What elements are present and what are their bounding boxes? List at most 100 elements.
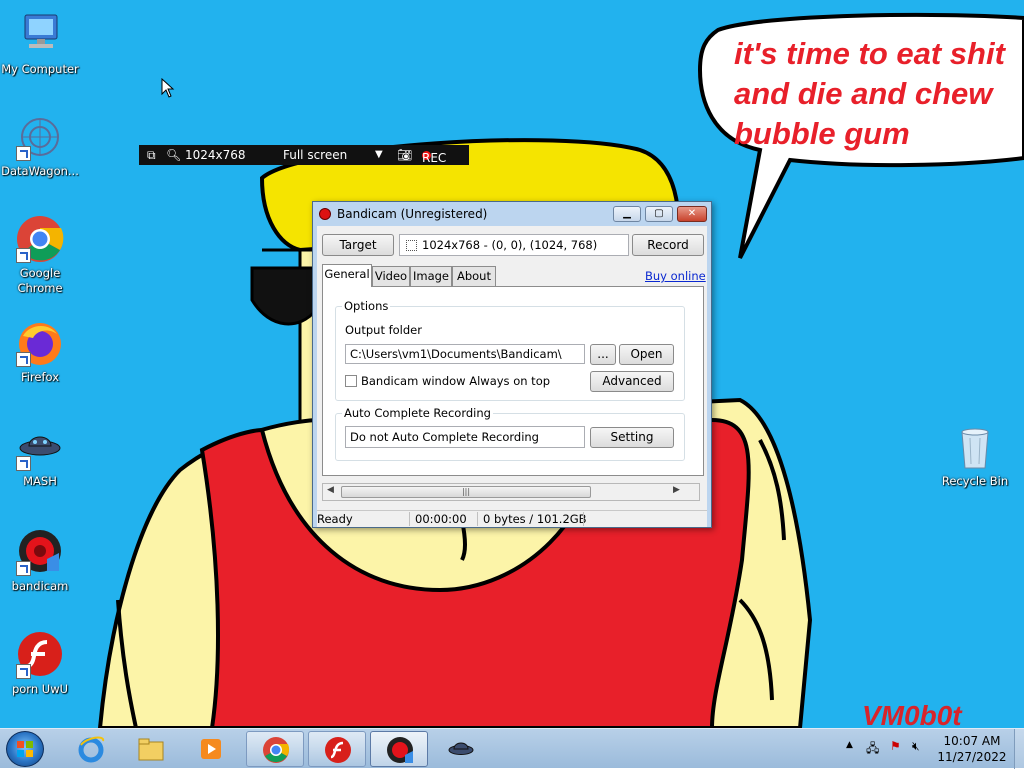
- windows-logo-icon: [17, 741, 33, 757]
- browse-button[interactable]: ...: [590, 344, 616, 365]
- buy-online-link[interactable]: Buy online: [645, 269, 706, 283]
- auto-complete-field[interactable]: Do not Auto Complete Recording: [345, 426, 585, 448]
- bandicam-icon: [15, 527, 65, 577]
- datawagon-icon: [15, 112, 65, 162]
- bandicam-logo-icon: [319, 208, 331, 220]
- shortcut-arrow-icon: [16, 561, 31, 576]
- icon-label: DataWagon...: [1, 164, 79, 178]
- close-button[interactable]: ✕: [677, 206, 707, 222]
- recycle-bin-icon: [950, 422, 1000, 472]
- internet-explorer-icon: [78, 736, 105, 763]
- flash-icon: [325, 737, 351, 763]
- status-size: 0 bytes / 101.2GB: [483, 512, 587, 526]
- search-icon[interactable]: 🔍︎: [166, 148, 181, 162]
- window-title: Bandicam (Unregistered): [337, 207, 488, 221]
- google-chrome-icon: [263, 737, 290, 763]
- taskbar-media-player[interactable]: [182, 731, 240, 767]
- tab-about[interactable]: About: [452, 266, 496, 286]
- always-on-top-checkbox[interactable]: [345, 375, 357, 387]
- status-bar: Ready 00:00:00 0 bytes / 101.2GB: [317, 510, 707, 527]
- mash-icon: [448, 742, 474, 755]
- window-client-area: Target 1024x768 - (0, 0), (1024, 768) Re…: [317, 226, 707, 527]
- minimize-button[interactable]: ▁: [613, 206, 641, 222]
- mouse-cursor-icon: [161, 78, 175, 98]
- tab-general[interactable]: General: [322, 264, 372, 287]
- desktop-icon-datawagon[interactable]: DataWagon...: [0, 112, 80, 179]
- status-time: 00:00:00: [415, 512, 467, 526]
- always-on-top-label: Bandicam window Always on top: [361, 374, 551, 388]
- taskbar-bandicam[interactable]: [370, 731, 428, 767]
- auto-complete-group: Auto Complete Recording Do not Auto Comp…: [335, 406, 685, 461]
- output-folder-label: Output folder: [345, 323, 422, 337]
- speech-line: and die and chew: [734, 76, 993, 111]
- speech-bubble-text: it's time to eat shit and die and chew b…: [734, 34, 1024, 154]
- speech-line: it's time to eat shit: [734, 36, 1005, 71]
- action-center-flag-icon[interactable]: ⚑: [890, 739, 901, 753]
- taskbar-clock[interactable]: 10:07 AM 11/27/2022: [934, 733, 1010, 765]
- options-group-label: Options: [342, 299, 391, 313]
- icon-label: MASH: [23, 474, 57, 488]
- desktop-icon-recycle-bin[interactable]: Recycle Bin: [935, 422, 1015, 489]
- desktop-icon-google-chrome[interactable]: Google Chrome: [0, 214, 80, 296]
- clock-date: 11/27/2022: [937, 750, 1007, 764]
- auto-complete-setting-button[interactable]: Setting: [590, 427, 674, 448]
- desktop: it's time to eat shit and die and chew b…: [0, 0, 1024, 728]
- advanced-button[interactable]: Advanced: [590, 371, 674, 392]
- status-state: Ready: [317, 512, 353, 526]
- network-icon[interactable]: 🖧︎: [866, 739, 879, 760]
- general-tab-panel: Options Output folder C:\Users\vm1\Docum…: [322, 286, 704, 476]
- auto-complete-group-label: Auto Complete Recording: [342, 406, 493, 420]
- shortcut-arrow-icon: [16, 352, 31, 367]
- show-hidden-icons-chevron-icon[interactable]: ▲: [846, 740, 853, 750]
- shortcut-arrow-icon: [16, 146, 31, 161]
- target-button[interactable]: Target: [322, 234, 394, 256]
- camera-icon[interactable]: 📷︎: [397, 148, 412, 162]
- taskbar-flash-player[interactable]: [308, 731, 366, 767]
- target-region-value: 1024x768 - (0, 0), (1024, 768): [422, 238, 598, 252]
- shortcut-arrow-icon: [16, 248, 31, 263]
- folder-icon: [138, 738, 164, 761]
- taskbar: ▲ 🖧︎ ⚑ 🔇︎ 10:07 AM 11/27/2022: [0, 728, 1024, 769]
- icon-label: My Computer: [1, 62, 79, 76]
- desktop-icon-bandicam[interactable]: bandicam: [0, 527, 80, 594]
- chevron-down-icon[interactable]: ▼: [375, 149, 383, 160]
- open-folder-button[interactable]: Open: [619, 344, 674, 365]
- desktop-icon-my-computer[interactable]: My Computer: [0, 10, 80, 77]
- options-group: Options Output folder C:\Users\vm1\Docum…: [335, 299, 685, 401]
- scroll-right-icon[interactable]: ▶: [673, 485, 680, 495]
- shortcut-arrow-icon: [16, 456, 31, 471]
- desktop-icon-porn-uwu[interactable]: porn UwU: [0, 630, 80, 697]
- desktop-icon-mash[interactable]: MASH: [0, 422, 80, 489]
- icon-label: Firefox: [20, 370, 60, 384]
- taskbar-mash[interactable]: [432, 731, 490, 767]
- clock-time: 10:07 AM: [943, 734, 1001, 748]
- tab-image[interactable]: Image: [410, 266, 452, 286]
- taskbar-file-explorer[interactable]: [122, 731, 180, 767]
- volume-muted-icon[interactable]: 🔇︎: [912, 739, 920, 754]
- capture-size: 1024x768: [185, 148, 246, 162]
- target-region-field: 1024x768 - (0, 0), (1024, 768): [399, 234, 629, 256]
- mash-icon: [15, 422, 65, 472]
- taskbar-google-chrome[interactable]: [246, 731, 304, 767]
- shortcut-arrow-icon: [16, 664, 31, 679]
- capture-toolbar[interactable]: ⧉ 🔍︎ 1024x768 Full screen ▼ 📷︎ REC: [139, 145, 469, 165]
- artist-signature: VM0b0t: [862, 700, 962, 728]
- start-button[interactable]: [6, 731, 44, 767]
- rec-label: REC: [422, 151, 447, 165]
- desktop-icon-firefox[interactable]: Firefox: [0, 318, 80, 385]
- capture-mode[interactable]: Full screen: [283, 148, 347, 162]
- show-desktop-button[interactable]: [1014, 729, 1024, 769]
- speech-line: bubble gum: [734, 116, 910, 151]
- title-bar[interactable]: Bandicam (Unregistered) ▁ ▢ ✕: [313, 202, 711, 226]
- scrollbar-thumb[interactable]: |||: [341, 486, 591, 498]
- taskbar-internet-explorer[interactable]: [62, 731, 120, 767]
- horizontal-scrollbar[interactable]: ◀ ||| ▶: [322, 483, 700, 501]
- restore-button[interactable]: ▢: [645, 206, 673, 222]
- window-mode-icon[interactable]: ⧉: [147, 148, 156, 163]
- record-button[interactable]: Record: [632, 234, 704, 256]
- tab-video[interactable]: Video: [372, 266, 410, 286]
- media-player-icon: [201, 739, 221, 759]
- bandicam-icon: [387, 737, 413, 763]
- scroll-left-icon[interactable]: ◀: [327, 485, 334, 495]
- output-folder-field[interactable]: C:\Users\vm1\Documents\Bandicam\: [345, 344, 585, 364]
